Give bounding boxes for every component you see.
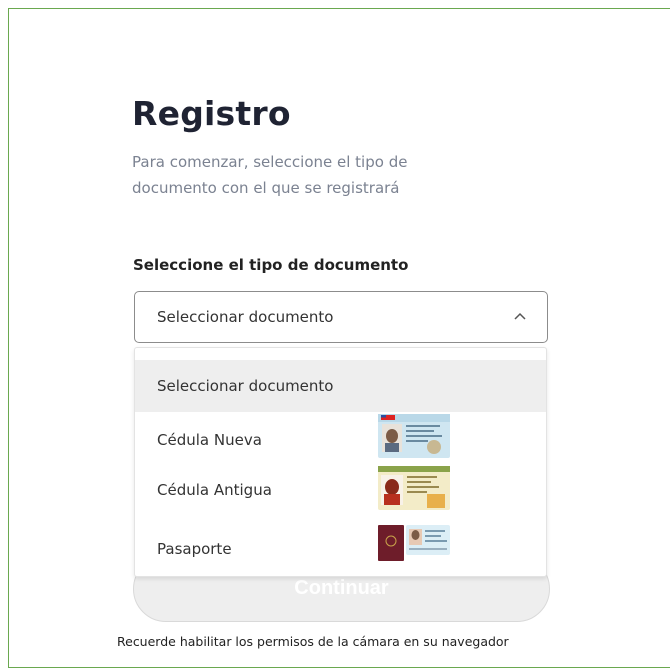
old-id-card-icon: [378, 466, 450, 510]
option-label: Cédula Antigua: [157, 481, 272, 499]
document-type-dropdown: Seleccionar documento Cédula Nueva Cédul…: [134, 347, 547, 577]
option-seleccionar-documento[interactable]: Seleccionar documento: [135, 360, 546, 412]
new-id-card-icon: [378, 414, 450, 458]
option-pasaporte[interactable]: Pasaporte: [135, 520, 546, 572]
document-type-select[interactable]: Seleccionar documento: [134, 291, 548, 343]
option-label: Pasaporte: [157, 540, 232, 558]
chevron-up-icon: [514, 312, 526, 320]
option-label: Cédula Nueva: [157, 431, 262, 449]
camera-permission-note: Recuerde habilitar los permisos de la cá…: [117, 634, 509, 649]
document-type-label: Seleccione el tipo de documento: [133, 256, 409, 274]
option-cedula-antigua[interactable]: Cédula Antigua: [135, 466, 546, 518]
page-subtitle: Para comenzar, seleccione el tipo de doc…: [132, 153, 408, 197]
option-label: Seleccionar documento: [157, 377, 334, 395]
option-cedula-nueva[interactable]: Cédula Nueva: [135, 414, 546, 464]
select-current-value: Seleccionar documento: [157, 308, 334, 326]
passport-icon: [378, 525, 450, 561]
continue-button-label: Continuar: [294, 577, 389, 599]
page-title: Registro: [132, 94, 291, 133]
